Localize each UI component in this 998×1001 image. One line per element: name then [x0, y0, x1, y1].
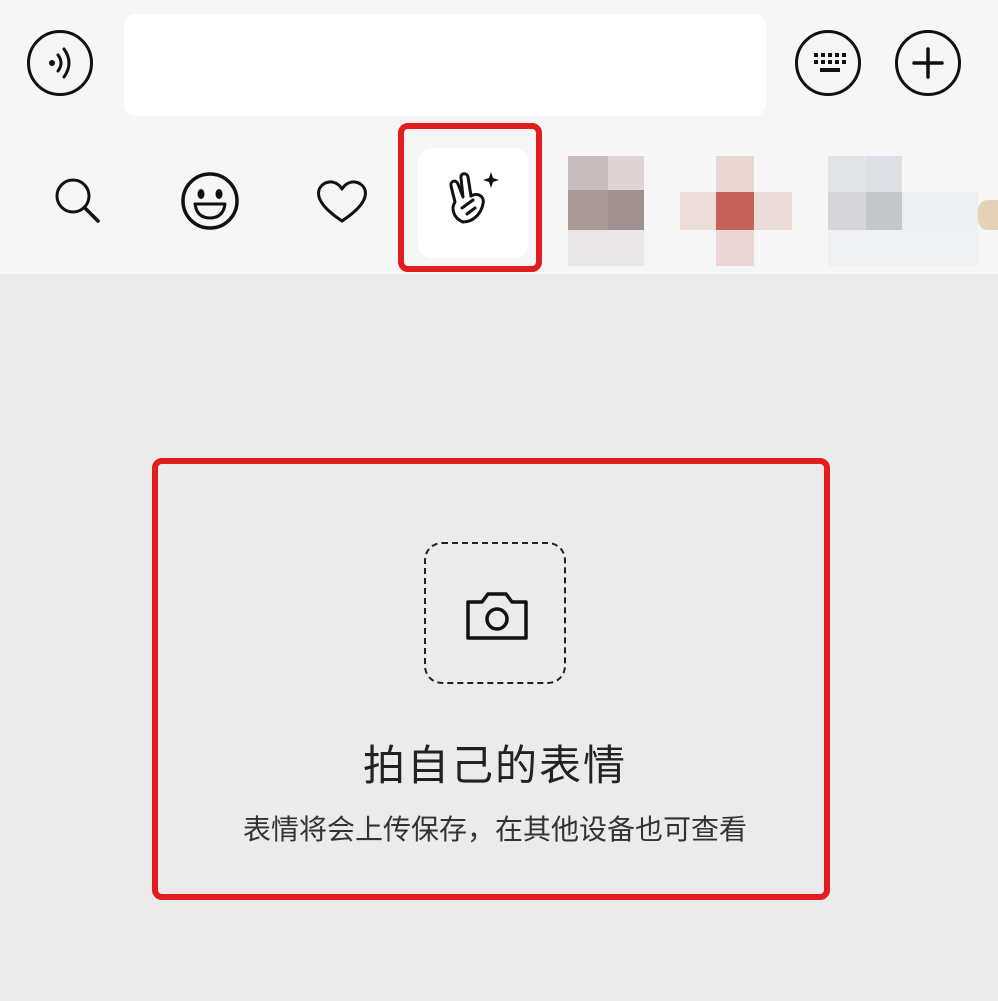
blurred-sticker-thumbnail-2[interactable]: [680, 156, 792, 276]
take-photo-button[interactable]: [424, 542, 566, 684]
message-input[interactable]: [124, 14, 766, 116]
tab-search[interactable]: [30, 128, 126, 274]
camera-icon: [466, 592, 528, 640]
selfie-sticker-title: 拍自己的表情: [362, 741, 627, 790]
voice-icon: [49, 47, 71, 79]
keyboard-button[interactable]: [795, 30, 861, 96]
more-plus-button[interactable]: [895, 30, 961, 96]
heart-icon: [317, 180, 367, 223]
blurred-sticker-thumbnail-3[interactable]: [828, 156, 998, 276]
smiley-icon: [181, 172, 239, 230]
sticker-tab-bar: [0, 128, 998, 274]
selfie-sticker-subtitle: 表情将会上传保存，在其他设备也可查看: [242, 813, 747, 846]
sticker-panel-screen: 拍自己的表情 表情将会上传保存，在其他设备也可查看: [0, 0, 998, 1001]
victory-hand-sparkle-icon: [449, 172, 499, 224]
chat-input-bar: [0, 0, 998, 128]
tab-emoji[interactable]: [162, 128, 258, 274]
blurred-sticker-thumbnail-1[interactable]: [568, 156, 648, 276]
tab-favorites[interactable]: [294, 128, 390, 274]
search-icon: [55, 178, 100, 223]
voice-button[interactable]: [27, 30, 93, 96]
keyboard-icon: [814, 53, 846, 72]
plus-icon: [912, 47, 944, 79]
tab-selfie-sticker[interactable]: [418, 128, 528, 274]
